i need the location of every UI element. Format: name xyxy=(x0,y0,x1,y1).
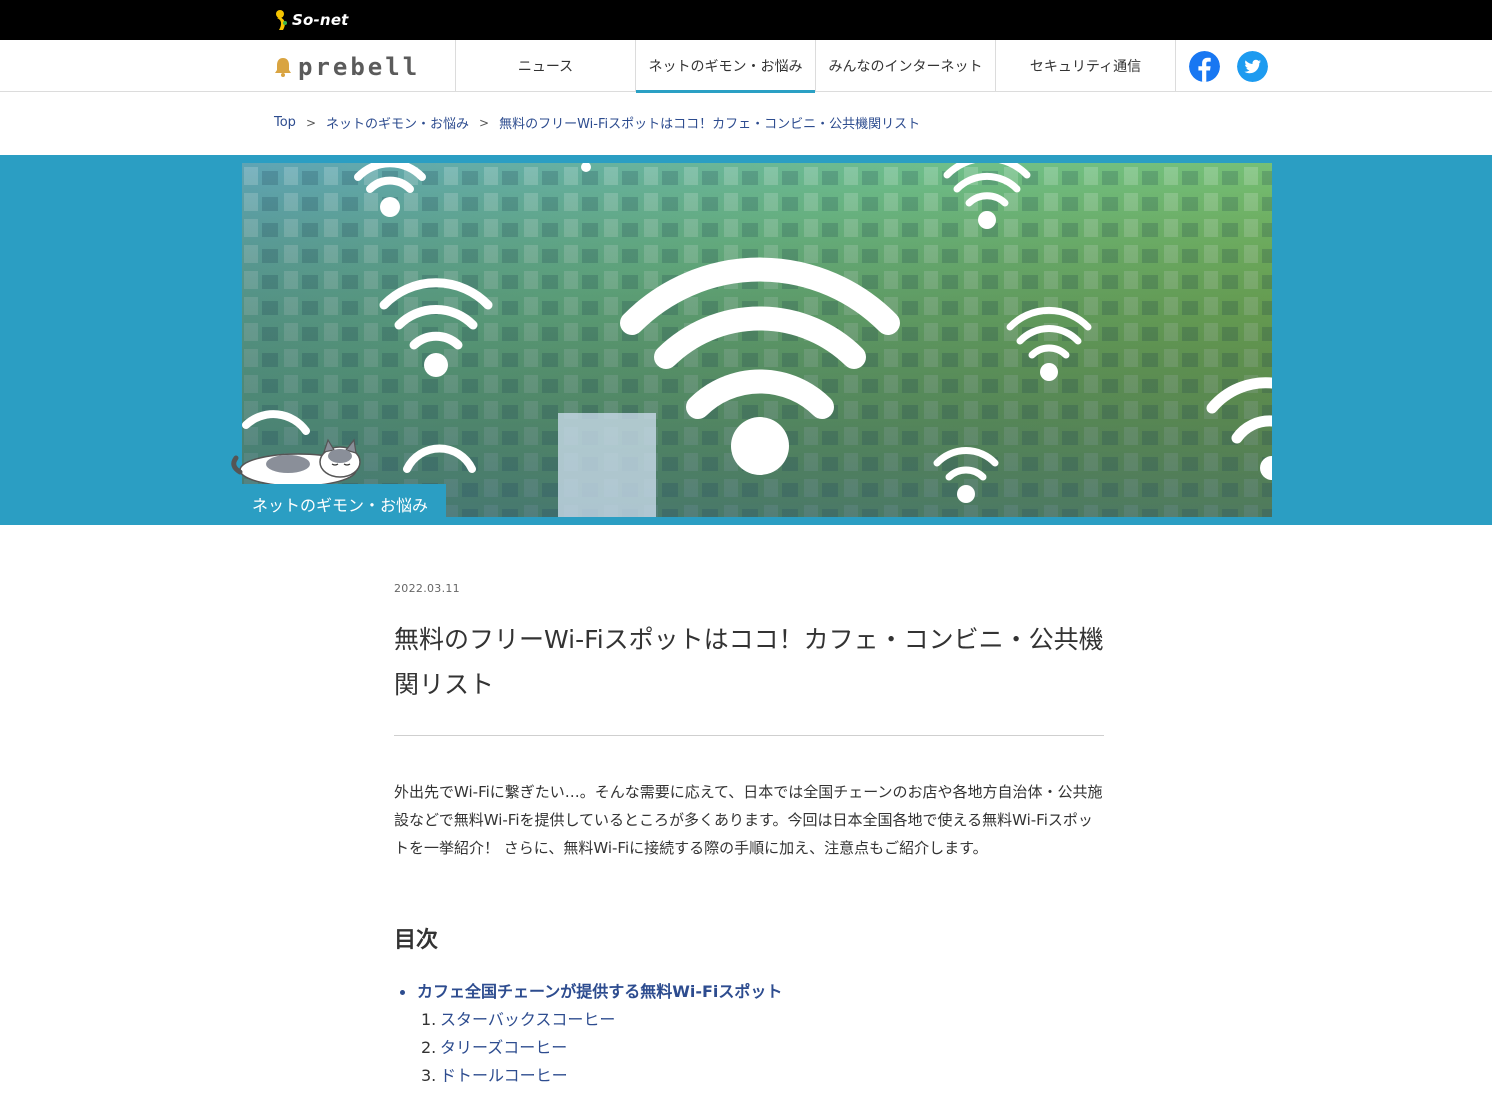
sonet-mark-icon xyxy=(276,10,287,30)
bullet-icon xyxy=(400,989,405,995)
sonet-brand-text: So-net xyxy=(292,11,349,29)
twitter-icon xyxy=(1237,51,1268,82)
nav-item-net-questions[interactable]: ネットのギモン・お悩み xyxy=(636,40,816,93)
sonet-logo[interactable]: So-net xyxy=(274,8,349,32)
prebell-logo-text: prebell xyxy=(298,53,421,81)
sleeping-cat-icon xyxy=(231,438,361,487)
article: 2022.03.11 無料のフリーWi-Fiスポットはココ！カフェ・コンビニ・公… xyxy=(394,582,1104,1090)
sonet-topbar: So-net xyxy=(0,0,1492,40)
main-nav: ニュース ネットのギモン・お悩み みんなのインターネット セキュリティ通信 xyxy=(455,40,1176,93)
table-of-contents: カフェ全国チェーンが提供する無料Wi-Fiスポット 1. スターバックスコーヒー… xyxy=(394,978,1104,1090)
nav-item-everyone-internet[interactable]: みんなのインターネット xyxy=(816,40,996,92)
toc-item-number: 1. xyxy=(421,1010,437,1029)
breadcrumb-category[interactable]: ネットのギモン・お悩み xyxy=(326,113,469,132)
bell-icon xyxy=(275,58,291,77)
site-header: prebell ニュース ネットのギモン・お悩み みんなのインターネット セキュ… xyxy=(0,40,1492,93)
breadcrumb: Top > ネットのギモン・お悩み > 無料のフリーWi-Fiスポットはココ！カ… xyxy=(274,113,920,132)
toc-item-link[interactable]: スターバックスコーヒー xyxy=(440,1006,615,1034)
breadcrumb-current[interactable]: 無料のフリーWi-Fiスポットはココ！カフェ・コンビニ・公共機関リスト xyxy=(499,113,920,132)
article-title: 無料のフリーWi-Fiスポットはココ！カフェ・コンビニ・公共機関リスト xyxy=(394,625,1104,699)
title-divider xyxy=(394,735,1104,736)
toc-item: 3. ドトールコーヒー xyxy=(394,1062,1104,1090)
breadcrumb-top[interactable]: Top xyxy=(274,115,296,130)
facebook-link[interactable] xyxy=(1189,51,1220,82)
post-date: 2022.03.11 xyxy=(394,582,460,595)
nav-item-security-news[interactable]: セキュリティ通信 xyxy=(996,40,1176,92)
article-lead: 外出先でWi-Fiに繋ぎたい…。そんな需要に応えて、日本では全国チェーンのお店や… xyxy=(394,783,1103,857)
facebook-icon xyxy=(1189,51,1220,82)
toc-item-number: 3. xyxy=(421,1066,437,1085)
nav-item-news[interactable]: ニュース xyxy=(456,40,636,92)
toc-item-link[interactable]: ドトールコーヒー xyxy=(440,1062,568,1090)
prebell-logo[interactable]: prebell xyxy=(274,53,421,81)
hero-image xyxy=(242,163,1272,517)
toc-section: カフェ全国チェーンが提供する無料Wi-Fiスポット xyxy=(394,978,1104,1006)
social-links xyxy=(1189,51,1268,82)
toc-item-link[interactable]: タリーズコーヒー xyxy=(440,1034,567,1062)
toc-item: 2. タリーズコーヒー xyxy=(394,1034,1104,1062)
breadcrumb-separator: > xyxy=(305,115,316,130)
toc-item: 1. スターバックスコーヒー xyxy=(394,1006,1104,1034)
toc-section-link[interactable]: カフェ全国チェーンが提供する無料Wi-Fiスポット xyxy=(417,978,782,1006)
toc-item-number: 2. xyxy=(421,1038,437,1057)
twitter-link[interactable] xyxy=(1237,51,1268,82)
toc-heading: 目次 xyxy=(394,928,439,953)
category-tag[interactable]: ネットのギモン・お悩み xyxy=(242,484,447,524)
breadcrumb-separator: > xyxy=(479,115,490,130)
